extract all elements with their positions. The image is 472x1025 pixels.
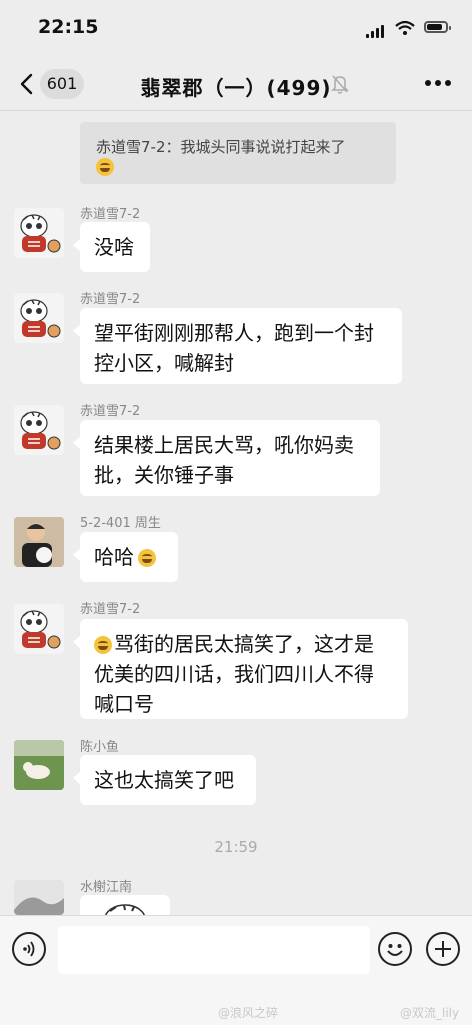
sender-name: 赤道雪7-2 xyxy=(80,207,141,222)
laughing-emoji-icon xyxy=(96,158,114,176)
message-text-line: 结果楼上居民大骂，吼你妈卖 xyxy=(94,433,354,457)
message-text-line: 骂街的居民太搞笑了，这才是 xyxy=(94,629,394,659)
tiger-avatar-icon xyxy=(20,299,61,338)
sender-name: 赤道雪7-2 xyxy=(80,602,141,617)
laughing-emoji-icon xyxy=(94,636,112,654)
message-text-line: 优美的四川话，我们四川人不得 xyxy=(94,662,374,686)
quoted-message-text: 赤道雪7-2：我城头同事说说打起来了 xyxy=(96,138,346,156)
voice-button[interactable] xyxy=(12,932,46,966)
sender-name: 5-2-401 周生 xyxy=(80,516,161,531)
person-photo-avatar-icon xyxy=(14,517,64,567)
status-time: 22:15 xyxy=(38,16,99,38)
plus-icon xyxy=(435,941,451,957)
message-text-line: 望平街刚刚那帮人，跑到一个封 xyxy=(94,321,374,345)
message-text: 没啥 xyxy=(94,235,134,259)
mute-bell-icon xyxy=(331,75,349,94)
status-bar: 22:15 xyxy=(0,0,472,60)
message-text-value: 哈哈 xyxy=(94,545,134,569)
voice-icon xyxy=(23,941,35,957)
avatar-chidaoxue[interactable] xyxy=(14,293,64,343)
emoji-icon xyxy=(387,944,403,956)
tiger-avatar-icon xyxy=(20,214,61,253)
wifi-icon xyxy=(395,20,415,35)
grin-emoji-icon xyxy=(138,549,156,567)
tiger-avatar-icon xyxy=(20,411,61,450)
battery-icon xyxy=(424,21,451,33)
message-bubble[interactable]: 这也太搞笑了吧 xyxy=(73,755,256,805)
message-bubble[interactable]: 骂街的居民太搞笑了，这才是 优美的四川话，我们四川人不得 喊口号 xyxy=(73,619,408,719)
sender-name: 赤道雪7-2 xyxy=(80,404,141,419)
avatar-zhousheng[interactable] xyxy=(14,517,64,567)
tiger-avatar-icon xyxy=(20,610,61,649)
emoji-button[interactable] xyxy=(378,932,412,966)
quoted-message[interactable]: 赤道雪7-2：我城头同事说说打起来了 xyxy=(80,122,396,184)
chat-title[interactable]: 翡翠郡（一）(499) xyxy=(0,72,472,101)
message-text: 哈哈 xyxy=(94,542,164,572)
message-text-line: 批，关你锤子事 xyxy=(94,463,234,487)
chat-header: 601 翡翠郡（一）(499) xyxy=(0,60,472,111)
dog-photo-avatar-icon xyxy=(14,740,64,790)
message-text-value: 骂街的居民太搞笑了，这才是 xyxy=(114,632,374,656)
more-icon[interactable] xyxy=(425,80,451,88)
message-text: 这也太搞笑了吧 xyxy=(94,768,234,792)
battery-level xyxy=(427,24,442,30)
more-functions-button[interactable] xyxy=(426,932,460,966)
landscape-photo-avatar-icon xyxy=(14,880,64,915)
message-text-line: 控小区，喊解封 xyxy=(94,351,234,375)
watermark: @浪风之碎 xyxy=(218,1006,279,1020)
signal-icon xyxy=(366,24,388,38)
message-bubble[interactable]: 结果楼上居民大骂，吼你妈卖 批，关你锤子事 xyxy=(73,420,380,496)
sender-name: 陈小鱼 xyxy=(80,740,120,755)
avatar-shuixiejiangnan[interactable] xyxy=(14,880,64,915)
sender-name: 赤道雪7-2 xyxy=(80,292,141,307)
sender-name: 水榭江南 xyxy=(80,880,133,895)
avatar-chidaoxue[interactable] xyxy=(14,208,64,258)
avatar-chidaoxue[interactable] xyxy=(14,405,64,455)
message-input[interactable] xyxy=(58,926,370,974)
message-bubble[interactable]: 哈哈 xyxy=(73,532,178,582)
avatar-chidaoxue[interactable] xyxy=(14,604,64,654)
message-text-line: 喊口号 xyxy=(94,692,154,716)
message-timestamp: 21:59 xyxy=(214,838,258,856)
watermark: @双流_lily xyxy=(400,1006,460,1020)
message-bubble[interactable]: 望平街刚刚那帮人，跑到一个封 控小区，喊解封 xyxy=(73,308,402,384)
avatar-chenxiaoyu[interactable] xyxy=(14,740,64,790)
message-bubble[interactable]: 没啥 xyxy=(73,222,150,272)
